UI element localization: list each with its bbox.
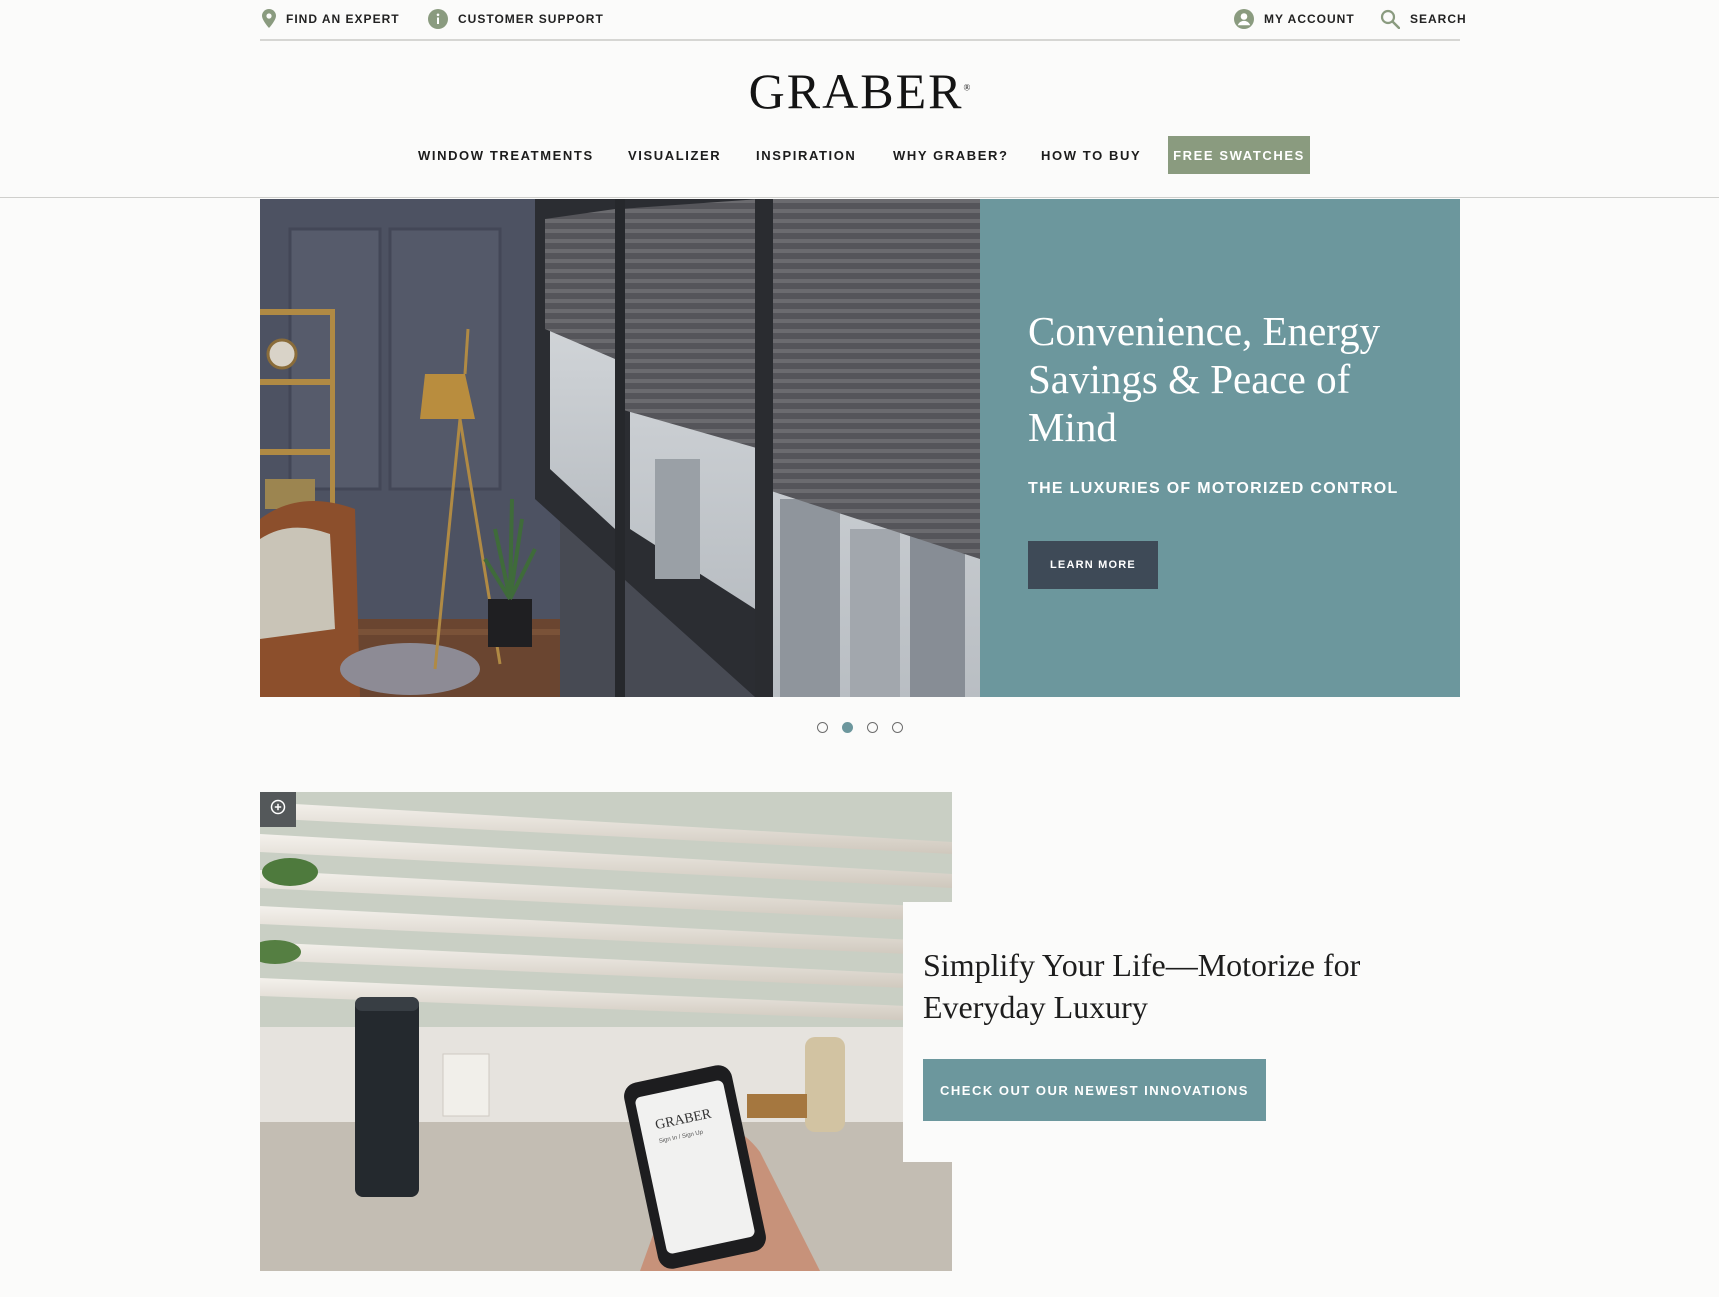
search-icon	[1380, 9, 1400, 29]
nav-why-graber[interactable]: WHY GRABER?	[893, 148, 1009, 163]
carousel-dot-3[interactable]	[867, 722, 878, 733]
nav-window-treatments[interactable]: WINDOW TREATMENTS	[418, 148, 594, 163]
nav-visualizer[interactable]: VISUALIZER	[628, 148, 721, 163]
learn-more-button[interactable]: LEARN MORE	[1028, 541, 1158, 589]
find-expert-link[interactable]: FIND AN EXPERT	[262, 9, 400, 28]
hero-carousel: Convenience, Energy Savings & Peace of M…	[260, 199, 1460, 697]
hero-subtitle: THE LUXURIES OF MOTORIZED CONTROL	[1028, 480, 1399, 497]
search-link[interactable]: SEARCH	[1380, 9, 1467, 29]
nav-how-to-buy[interactable]: HOW TO BUY	[1041, 148, 1141, 163]
feature-image: GRABER Sign In / Sign Up	[260, 792, 952, 1271]
user-icon	[1234, 9, 1254, 29]
carousel-dots	[817, 722, 903, 733]
main-nav: WINDOW TREATMENTS VISUALIZER INSPIRATION…	[0, 136, 1719, 176]
utility-bar: FIND AN EXPERT CUSTOMER SUPPORT MY ACCOU…	[260, 0, 1466, 41]
registered-mark: ®	[963, 82, 971, 93]
nav-inspiration[interactable]: INSPIRATION	[756, 148, 856, 163]
find-expert-label: FIND AN EXPERT	[286, 11, 400, 26]
search-label: SEARCH	[1410, 12, 1467, 26]
carousel-dot-2[interactable]	[842, 722, 853, 733]
header-divider	[0, 197, 1719, 198]
newest-innovations-button[interactable]: CHECK OUT OUR NEWEST INNOVATIONS	[923, 1059, 1266, 1121]
carousel-dot-4[interactable]	[892, 722, 903, 733]
feature-title: Simplify Your Life—Motorize for Everyday…	[923, 947, 1361, 1025]
hero-title: Convenience, Energy Savings & Peace of M…	[1028, 308, 1381, 450]
zoom-plus-icon	[270, 799, 286, 820]
feature-card: Simplify Your Life—Motorize for Everyday…	[903, 902, 1460, 1162]
logo-text: GRABER	[748, 63, 964, 119]
my-account-label: MY ACCOUNT	[1264, 12, 1355, 26]
customer-support-label: CUSTOMER SUPPORT	[458, 12, 604, 26]
graber-logo[interactable]: GRABER®	[0, 62, 1719, 120]
hero-image	[260, 199, 980, 697]
location-pin-icon	[262, 9, 276, 28]
carousel-dot-1[interactable]	[817, 722, 828, 733]
info-icon	[428, 9, 448, 29]
free-swatches-button[interactable]: FREE SWATCHES	[1168, 136, 1310, 174]
hero-panel: Convenience, Energy Savings & Peace of M…	[980, 199, 1460, 697]
my-account-link[interactable]: MY ACCOUNT	[1234, 9, 1355, 29]
customer-support-link[interactable]: CUSTOMER SUPPORT	[428, 9, 604, 29]
zoom-button[interactable]	[260, 792, 296, 827]
